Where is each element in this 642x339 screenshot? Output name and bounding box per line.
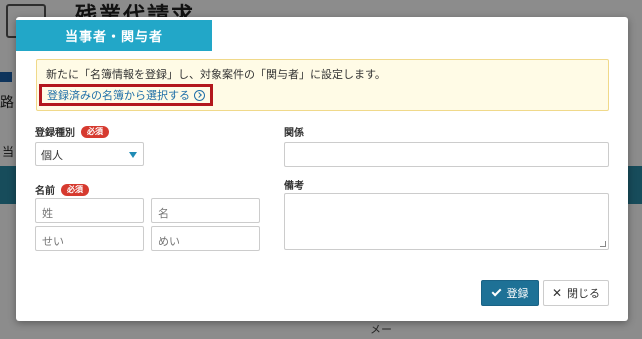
remarks-textarea[interactable] [284, 193, 609, 250]
relationship-input[interactable] [284, 142, 609, 167]
registration-type-value: 個人 [41, 149, 63, 162]
highlight-box: 登録済みの名簿から選択する [39, 84, 213, 106]
name-label: 名前 必須 [35, 182, 89, 197]
register-button[interactable]: 登録 [481, 280, 539, 306]
remarks-label: 備考 [284, 181, 304, 192]
select-from-registry-label: 登録済みの名簿から選択する [47, 89, 190, 102]
info-notice: 新たに「名簿情報を登録」し、対象案件の「関与者」に設定します。 登録済みの名簿か… [36, 59, 609, 111]
registration-type-select[interactable]: 個人 [35, 142, 144, 166]
arrow-circle-right-icon [194, 89, 205, 101]
resize-handle-icon[interactable] [600, 241, 606, 247]
first-name-kana-input[interactable] [151, 226, 260, 251]
dropdown-caret-icon [129, 152, 137, 158]
close-icon: ✕ [551, 286, 563, 300]
register-button-label: 登録 [506, 287, 529, 300]
registration-type-label: 登録種別 必須 [35, 124, 109, 139]
first-name-input[interactable] [151, 198, 260, 223]
notice-text: 新たに「名簿情報を登録」し、対象案件の「関与者」に設定します。 [46, 68, 386, 81]
party-modal: 当事者・関与者 新たに「名簿情報を登録」し、対象案件の「関与者」に設定します。 … [16, 17, 628, 321]
close-button[interactable]: ✕ 閉じる [543, 280, 609, 306]
last-name-input[interactable] [35, 198, 144, 223]
select-from-registry-link[interactable]: 登録済みの名簿から選択する [47, 87, 205, 103]
required-badge: 必須 [81, 125, 109, 138]
modal-tab-header: 当事者・関与者 [16, 20, 212, 51]
registration-type-label-text: 登録種別 [35, 128, 75, 139]
close-button-label: 閉じる [567, 287, 601, 300]
relationship-label: 関係 [284, 128, 304, 139]
last-name-kana-input[interactable] [35, 226, 144, 251]
name-label-text: 名前 [35, 186, 55, 197]
required-badge: 必須 [61, 183, 89, 196]
check-icon [491, 286, 501, 297]
